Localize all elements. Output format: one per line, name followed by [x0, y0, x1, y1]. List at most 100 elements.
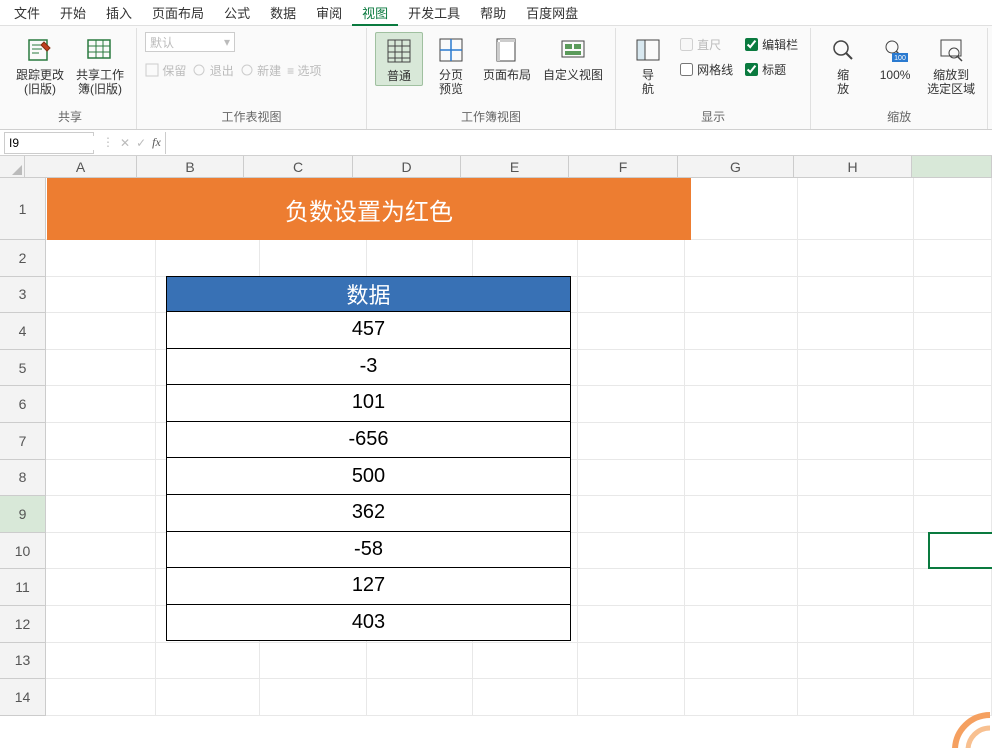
- sheetview-combo[interactable]: 默认 ▾: [145, 32, 235, 52]
- cell-E14[interactable]: [473, 679, 579, 716]
- cell-A13[interactable]: [46, 643, 156, 680]
- col-header-E[interactable]: E: [461, 156, 569, 177]
- cell-I12[interactable]: [914, 606, 992, 643]
- cell-I2[interactable]: [914, 240, 992, 277]
- cell-I13[interactable]: [914, 643, 992, 680]
- cell-G14[interactable]: [685, 679, 798, 716]
- menu-开始[interactable]: 开始: [50, 0, 96, 26]
- cell-C14[interactable]: [260, 679, 367, 716]
- row-header-13[interactable]: 13: [0, 643, 46, 680]
- cell-G3[interactable]: [685, 277, 798, 314]
- cell-I9[interactable]: [914, 496, 992, 533]
- cell-H13[interactable]: [798, 643, 913, 680]
- options-button[interactable]: ≡ 选项: [287, 62, 321, 79]
- cell-A9[interactable]: [46, 496, 156, 533]
- row-header-10[interactable]: 10: [0, 533, 46, 570]
- cell-G11[interactable]: [685, 569, 798, 606]
- page-layout-button[interactable]: 页面布局: [479, 32, 535, 84]
- cell-I7[interactable]: [914, 423, 992, 460]
- cell-A8[interactable]: [46, 460, 156, 497]
- cell-H8[interactable]: [798, 460, 913, 497]
- cell-H3[interactable]: [798, 277, 913, 314]
- track-changes-button[interactable]: 跟踪更改(旧版): [12, 32, 68, 98]
- cell-A14[interactable]: [46, 679, 156, 716]
- share-workbook-button[interactable]: 共享工作簿(旧版): [72, 32, 128, 98]
- col-header-G[interactable]: G: [678, 156, 794, 177]
- row-header-9[interactable]: 9: [0, 496, 46, 533]
- cell-G7[interactable]: [685, 423, 798, 460]
- cell-H14[interactable]: [798, 679, 913, 716]
- cell-I6[interactable]: [914, 386, 992, 423]
- cell-H2[interactable]: [798, 240, 913, 277]
- col-header-B[interactable]: B: [137, 156, 244, 177]
- normal-view-button[interactable]: 普通: [375, 32, 423, 86]
- row-header-8[interactable]: 8: [0, 460, 46, 497]
- data-row-9[interactable]: 403: [166, 605, 571, 642]
- custom-view-button[interactable]: 自定义视图: [539, 32, 607, 84]
- cell-F12[interactable]: [578, 606, 685, 643]
- cell-A5[interactable]: [46, 350, 156, 387]
- headings-checkbox[interactable]: 标题: [745, 61, 798, 78]
- cell-F11[interactable]: [578, 569, 685, 606]
- row-header-7[interactable]: 7: [0, 423, 46, 460]
- cell-E2[interactable]: [473, 240, 579, 277]
- cell-I3[interactable]: [914, 277, 992, 314]
- cell-G10[interactable]: [685, 533, 798, 570]
- row-header-11[interactable]: 11: [0, 569, 46, 606]
- cell-C13[interactable]: [260, 643, 367, 680]
- data-row-8[interactable]: 127: [166, 568, 571, 605]
- cell-G13[interactable]: [685, 643, 798, 680]
- menu-文件[interactable]: 文件: [4, 0, 50, 26]
- menu-视图[interactable]: 视图: [352, 0, 398, 26]
- cell-G5[interactable]: [685, 350, 798, 387]
- menu-公式[interactable]: 公式: [214, 0, 260, 26]
- row-header-3[interactable]: 3: [0, 277, 46, 314]
- cell-I5[interactable]: [914, 350, 992, 387]
- data-table-header[interactable]: 数据: [166, 276, 571, 312]
- menu-插入[interactable]: 插入: [96, 0, 142, 26]
- cell-E13[interactable]: [473, 643, 579, 680]
- select-all-corner[interactable]: [0, 156, 25, 177]
- cell-H10[interactable]: [798, 533, 913, 570]
- cell-F10[interactable]: [578, 533, 685, 570]
- zoom-selection-button[interactable]: 缩放到选定区域: [923, 32, 979, 98]
- cell-D14[interactable]: [367, 679, 473, 716]
- spreadsheet-grid[interactable]: ABCDEFGH 1234567891011121314 负数设置为红色 数据 …: [0, 156, 992, 748]
- cell-F9[interactable]: [578, 496, 685, 533]
- row-header-6[interactable]: 6: [0, 386, 46, 423]
- new-view-button[interactable]: 新建: [240, 62, 281, 79]
- formula-bar-checkbox[interactable]: 编辑栏: [745, 36, 798, 53]
- menu-页面布局[interactable]: 页面布局: [142, 0, 214, 26]
- cell-A3[interactable]: [46, 277, 156, 314]
- cell-A2[interactable]: [46, 240, 156, 277]
- data-row-4[interactable]: -656: [166, 422, 571, 459]
- zoom-100-button[interactable]: 100 100%: [871, 32, 919, 84]
- page-break-button[interactable]: 分页预览: [427, 32, 475, 98]
- title-banner[interactable]: 负数设置为红色: [47, 178, 691, 240]
- cell-I11[interactable]: [914, 569, 992, 606]
- row-header-1[interactable]: 1: [0, 178, 46, 240]
- cell-F3[interactable]: [578, 277, 685, 314]
- cell-G9[interactable]: [685, 496, 798, 533]
- cell-I1[interactable]: [914, 178, 992, 240]
- col-header-C[interactable]: C: [244, 156, 353, 177]
- data-row-6[interactable]: 362: [166, 495, 571, 532]
- data-row-7[interactable]: -58: [166, 532, 571, 569]
- name-box[interactable]: ⌄: [4, 132, 94, 154]
- menu-审阅[interactable]: 审阅: [306, 0, 352, 26]
- col-header-H[interactable]: H: [794, 156, 912, 177]
- cell-F2[interactable]: [578, 240, 685, 277]
- col-header-F[interactable]: F: [569, 156, 678, 177]
- cell-F13[interactable]: [578, 643, 685, 680]
- cell-G8[interactable]: [685, 460, 798, 497]
- cell-A12[interactable]: [46, 606, 156, 643]
- data-row-5[interactable]: 500: [166, 458, 571, 495]
- menu-开发工具[interactable]: 开发工具: [398, 0, 470, 26]
- cell-F7[interactable]: [578, 423, 685, 460]
- cell-H12[interactable]: [798, 606, 913, 643]
- ruler-checkbox[interactable]: 直尺: [680, 36, 733, 53]
- cell-C2[interactable]: [260, 240, 367, 277]
- col-header-I[interactable]: [912, 156, 992, 177]
- cell-G4[interactable]: [685, 313, 798, 350]
- menu-数据[interactable]: 数据: [260, 0, 306, 26]
